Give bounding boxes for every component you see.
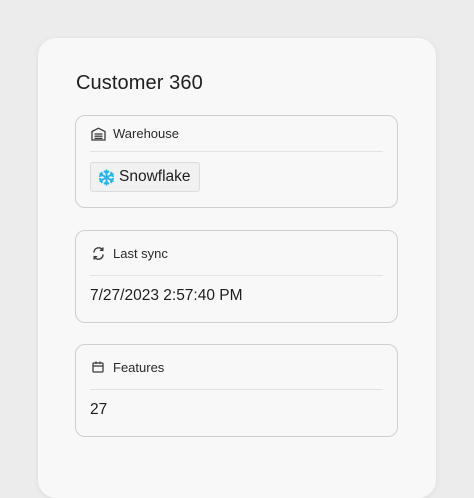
last-sync-label: Last sync (113, 245, 168, 261)
features-header: Features (90, 345, 383, 390)
warehouse-icon (90, 126, 106, 142)
snowflake-icon (98, 168, 115, 186)
warehouse-label: Warehouse (113, 126, 179, 141)
features-section: Features 27 (75, 344, 398, 437)
last-sync-value: 7/27/2023 2:57:40 PM (90, 287, 243, 304)
features-value: 27 (90, 401, 108, 418)
page-title: Customer 360 (76, 72, 203, 94)
warehouse-value: Snowflake (119, 168, 191, 185)
sync-icon (90, 245, 106, 261)
warehouse-header: Warehouse (90, 116, 383, 152)
warehouse-section: Warehouse Snowflake (75, 115, 398, 208)
last-sync-section: Last sync 7/27/2023 2:57:40 PM (75, 230, 398, 323)
model-details-card: Customer 360 Warehouse Snowflake Last sy… (38, 38, 436, 498)
features-label: Features (113, 359, 165, 375)
last-sync-header: Last sync (90, 231, 383, 276)
calendar-icon (90, 359, 106, 375)
warehouse-chip[interactable]: Snowflake (90, 162, 200, 192)
